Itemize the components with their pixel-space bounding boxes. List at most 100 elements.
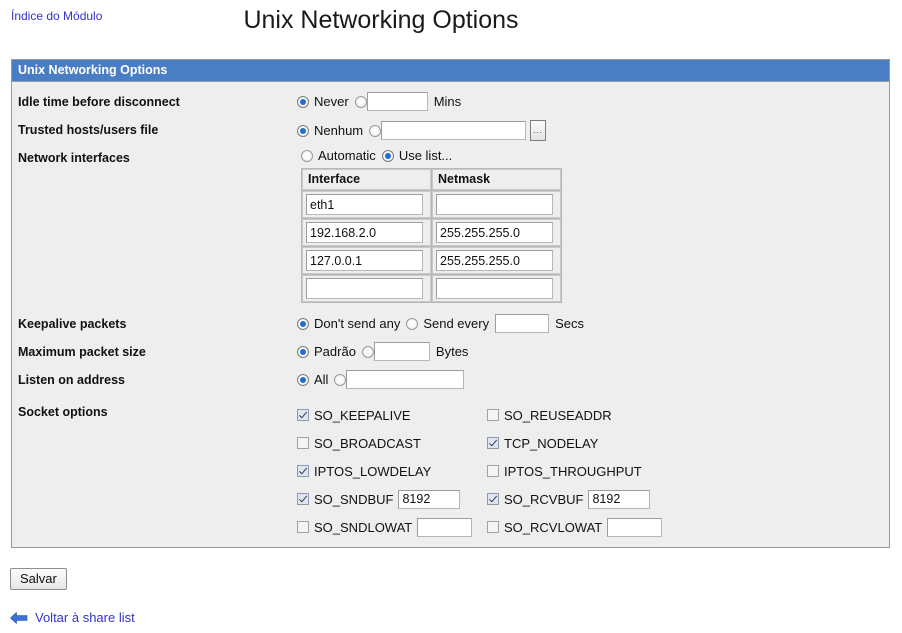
radio-trusted-none[interactable] bbox=[297, 124, 309, 137]
interface-input-0[interactable] bbox=[306, 194, 423, 215]
radio-iface-use-list[interactable] bbox=[381, 149, 394, 162]
socket-option-label: SO_REUSEADDR bbox=[504, 407, 612, 423]
row-max-packet-size: Maximum packet size Padrão Bytes bbox=[12, 340, 889, 368]
socket-option-label: SO_RCVLOWAT bbox=[504, 519, 603, 535]
checkbox-so-keepalive[interactable] bbox=[297, 409, 309, 421]
cell-netmask bbox=[432, 275, 561, 302]
table-row bbox=[302, 219, 561, 246]
radio-packet-default[interactable] bbox=[297, 345, 309, 358]
so-rcvbuf-input[interactable] bbox=[588, 489, 651, 509]
row-listen-address: Listen on address All bbox=[12, 368, 889, 396]
socket-option-so-broadcast[interactable]: SO_BROADCAST bbox=[297, 433, 487, 453]
radio-idle-custom[interactable] bbox=[354, 95, 367, 108]
radio-iface-use-list-label: Use list... bbox=[398, 148, 453, 163]
cell-interface bbox=[302, 219, 431, 246]
column-header-netmask: Netmask bbox=[432, 169, 561, 190]
keepalive-interval-input[interactable] bbox=[495, 314, 550, 333]
checkbox-so-broadcast[interactable] bbox=[297, 437, 309, 449]
so-sndlowat-input[interactable] bbox=[417, 517, 473, 537]
label-trusted-hosts: Trusted hosts/users file bbox=[18, 123, 159, 137]
radio-trusted-custom[interactable] bbox=[369, 124, 382, 137]
top-header: Índice do Módulo Unix Networking Options bbox=[0, 0, 902, 48]
row-socket-options: Socket options SO_KEEPALIVE SO_REUSEADDR… bbox=[12, 400, 889, 537]
interface-input-2[interactable] bbox=[306, 250, 423, 271]
radio-keepalive-every[interactable] bbox=[406, 317, 419, 330]
back-to-share-list-link[interactable]: Voltar à share list bbox=[35, 610, 135, 625]
field-idle-time: Never Mins bbox=[297, 90, 889, 111]
listen-address-input[interactable] bbox=[346, 370, 465, 389]
netmask-input-0[interactable] bbox=[436, 194, 553, 215]
page-title: Unix Networking Options bbox=[243, 6, 519, 34]
cell-netmask bbox=[432, 191, 561, 218]
netmask-input-2[interactable] bbox=[436, 250, 553, 271]
cell-interface bbox=[302, 247, 431, 274]
label-network-interfaces: Network interfaces bbox=[18, 151, 130, 165]
netmask-input-1[interactable] bbox=[436, 222, 553, 243]
label-keepalive: Keepalive packets bbox=[18, 317, 127, 331]
radio-idle-never-label: Never bbox=[314, 94, 349, 109]
keepalive-unit: Secs bbox=[555, 316, 584, 331]
radio-idle-never[interactable] bbox=[297, 95, 309, 108]
row-idle-time: Idle time before disconnect Never Mins bbox=[12, 90, 889, 118]
netmask-input-3[interactable] bbox=[436, 278, 553, 299]
socket-option-so-rcvlowat[interactable]: SO_RCVLOWAT bbox=[487, 517, 889, 537]
checkbox-iptos-throughput[interactable] bbox=[487, 465, 499, 477]
checkbox-tcp-nodelay[interactable] bbox=[487, 437, 499, 449]
checkbox-iptos-lowdelay[interactable] bbox=[297, 465, 309, 477]
radio-listen-all[interactable] bbox=[297, 373, 309, 386]
field-max-packet-size: Padrão Bytes bbox=[297, 340, 889, 361]
checkbox-so-rcvlowat[interactable] bbox=[487, 521, 499, 533]
radio-iface-automatic-label: Automatic bbox=[318, 148, 376, 163]
idle-time-input[interactable] bbox=[366, 92, 428, 111]
socket-option-so-sndlowat[interactable]: SO_SNDLOWAT bbox=[297, 517, 487, 537]
row-network-interfaces: Network interfaces Automatic Use list...… bbox=[12, 146, 889, 303]
column-header-interface: Interface bbox=[302, 169, 431, 190]
radio-iface-automatic[interactable] bbox=[301, 149, 313, 162]
idle-time-unit: Mins bbox=[433, 94, 462, 109]
field-listen-address: All bbox=[297, 368, 889, 389]
socket-option-so-keepalive[interactable]: SO_KEEPALIVE bbox=[297, 405, 487, 425]
radio-trusted-none-label: Nenhum bbox=[314, 123, 364, 138]
socket-option-label: SO_BROADCAST bbox=[314, 435, 421, 451]
label-max-packet-size: Maximum packet size bbox=[18, 345, 146, 359]
socket-option-label: IPTOS_THROUGHPUT bbox=[504, 463, 642, 479]
checkbox-so-rcvbuf[interactable] bbox=[487, 493, 499, 505]
cell-netmask bbox=[432, 247, 561, 274]
cell-netmask bbox=[432, 219, 561, 246]
so-sndbuf-input[interactable] bbox=[398, 489, 461, 509]
so-rcvlowat-input[interactable] bbox=[607, 517, 663, 537]
radio-keepalive-every-label: Send every bbox=[423, 316, 490, 331]
radio-packet-custom[interactable] bbox=[361, 345, 374, 358]
checkbox-so-sndlowat[interactable] bbox=[297, 521, 309, 533]
radio-listen-all-label: All bbox=[314, 372, 329, 387]
radio-keepalive-none-label: Don't send any bbox=[314, 316, 401, 331]
row-trusted-hosts: Trusted hosts/users file Nenhum ... bbox=[12, 118, 889, 146]
socket-option-so-rcvbuf[interactable]: SO_RCVBUF bbox=[487, 489, 889, 509]
trusted-hosts-input[interactable] bbox=[381, 121, 527, 140]
socket-option-label: SO_RCVBUF bbox=[504, 491, 584, 507]
interfaces-table: Interface Netmask bbox=[301, 168, 562, 303]
save-button[interactable]: Salvar bbox=[10, 568, 67, 590]
interfaces-table-header-row: Interface Netmask bbox=[302, 169, 561, 190]
radio-listen-custom[interactable] bbox=[334, 373, 347, 386]
radio-packet-default-label: Padrão bbox=[314, 344, 356, 359]
options-panel: Unix Networking Options Idle time before… bbox=[11, 59, 890, 548]
socket-option-iptos-throughput[interactable]: IPTOS_THROUGHPUT bbox=[487, 461, 889, 481]
table-row bbox=[302, 247, 561, 274]
back-link-container: Voltar à share list bbox=[10, 610, 135, 625]
checkbox-so-sndbuf[interactable] bbox=[297, 493, 309, 505]
radio-keepalive-none[interactable] bbox=[297, 317, 309, 330]
socket-option-so-reuseaddr[interactable]: SO_REUSEADDR bbox=[487, 405, 889, 425]
interface-input-3[interactable] bbox=[306, 278, 423, 299]
socket-option-iptos-lowdelay[interactable]: IPTOS_LOWDELAY bbox=[297, 461, 487, 481]
row-keepalive: Keepalive packets Don't send any Send ev… bbox=[12, 312, 889, 340]
socket-option-tcp-nodelay[interactable]: TCP_NODELAY bbox=[487, 433, 889, 453]
file-browse-button[interactable]: ... bbox=[530, 120, 547, 141]
socket-options-grid: SO_KEEPALIVE SO_REUSEADDR SO_BROADCAST T… bbox=[297, 402, 889, 537]
socket-option-so-sndbuf[interactable]: SO_SNDBUF bbox=[297, 489, 487, 509]
checkbox-so-reuseaddr[interactable] bbox=[487, 409, 499, 421]
interface-input-1[interactable] bbox=[306, 222, 423, 243]
socket-option-label: TCP_NODELAY bbox=[504, 435, 599, 451]
max-packet-size-input[interactable] bbox=[373, 342, 430, 361]
socket-option-label: IPTOS_LOWDELAY bbox=[314, 463, 432, 479]
